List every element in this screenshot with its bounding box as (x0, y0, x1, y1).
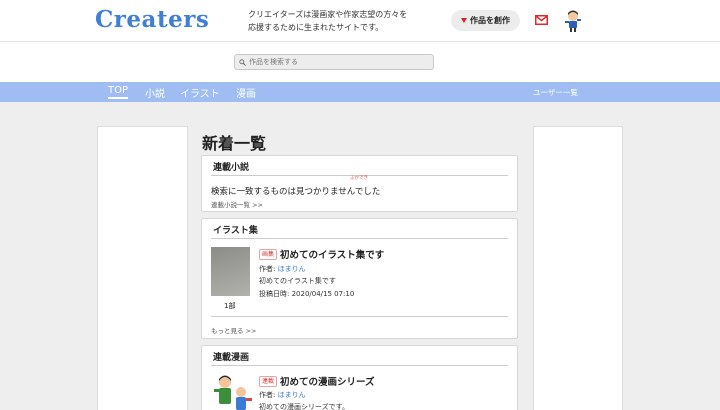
author-prefix: 作者: (259, 391, 276, 399)
create-work-button[interactable]: 作品を創作 (451, 10, 520, 31)
divider (211, 316, 508, 317)
mail-icon[interactable] (535, 15, 548, 25)
author-line: 作者: ほまりん (259, 390, 306, 400)
category-badge: 画集 (259, 249, 278, 260)
site-header: Creaters クリエイターズは漫画家や作家志望の方々を 応援するために生まれ… (0, 0, 720, 42)
nav-top[interactable]: TOP (108, 85, 129, 99)
nav-users-list[interactable]: ユーザー一覧 (533, 87, 578, 98)
author-line: 作者: ほまりん (259, 264, 306, 274)
empty-message: 検索に一致するものは見つかりませんでした (211, 187, 381, 197)
search-area (0, 42, 720, 82)
post-date: 投稿日時: 2020/04/15 07:10 (259, 290, 355, 298)
nav-novels[interactable]: 小説 (145, 85, 165, 100)
tagline-line-2: 応援するために生まれたサイトです。 (248, 23, 384, 32)
author-link[interactable]: ほまりん (278, 391, 306, 399)
item-description: 初めての漫画シリーズです。 (259, 403, 349, 410)
manga-thumbnail[interactable] (211, 372, 255, 410)
manga-card-title: 連載漫画 (213, 353, 250, 363)
illustration-thumbnail[interactable] (211, 247, 250, 296)
author-prefix: 作者: (259, 265, 276, 273)
more-link[interactable]: もっと見る >> (211, 325, 256, 335)
main-nav: TOP 小説 イラスト 漫画 ユーザー一覧 (0, 82, 720, 102)
left-sidebar (97, 126, 188, 410)
manga-card: 連載漫画 連載 初めての漫画シリーズ 作者: ほまりん 初めての漫画シリーズです… (201, 345, 518, 410)
page-title: 新着一覧 (202, 134, 267, 153)
nav-illustrations[interactable]: イラスト (180, 85, 220, 100)
illustration-card: イラスト集 1部 画集 初めてのイラスト集です 作者: ほまりん 初めてのイラス… (201, 218, 518, 339)
illustration-item-title[interactable]: 初めてのイラスト集です (280, 247, 384, 261)
search-box[interactable] (234, 54, 434, 70)
dropdown-triangle-icon (461, 18, 467, 23)
furigana-annotation: ふかでき (350, 176, 368, 181)
illustration-card-title: イラスト集 (213, 226, 258, 236)
divider (211, 365, 508, 366)
search-icon (239, 58, 246, 66)
category-badge: 連載 (259, 376, 278, 387)
divider (211, 238, 508, 239)
manga-item-title[interactable]: 初めての漫画シリーズ (280, 374, 375, 388)
novels-card: 連載小説 ふかでき 検索に一致するものは見つかりませんでした 連載小説一覧 >> (201, 155, 518, 212)
parts-count: 1部 (224, 302, 236, 310)
create-work-label: 作品を創作 (470, 16, 510, 25)
author-link[interactable]: ほまりん (278, 265, 306, 273)
right-sidebar (533, 126, 623, 410)
site-tagline: クリエイターズは漫画家や作家志望の方々を 応援するために生まれたサイトです。 (248, 8, 438, 34)
novels-list-link[interactable]: 連載小説一覧 >> (211, 199, 263, 209)
site-logo[interactable]: Creaters (95, 6, 209, 33)
item-description: 初めてのイラスト集です (259, 277, 336, 285)
avatar-icon[interactable] (562, 9, 584, 33)
search-input[interactable] (249, 58, 429, 66)
novels-card-title: 連載小説 (213, 163, 250, 173)
tagline-line-1: クリエイターズは漫画家や作家志望の方々を (248, 10, 408, 19)
nav-manga[interactable]: 漫画 (236, 85, 256, 100)
